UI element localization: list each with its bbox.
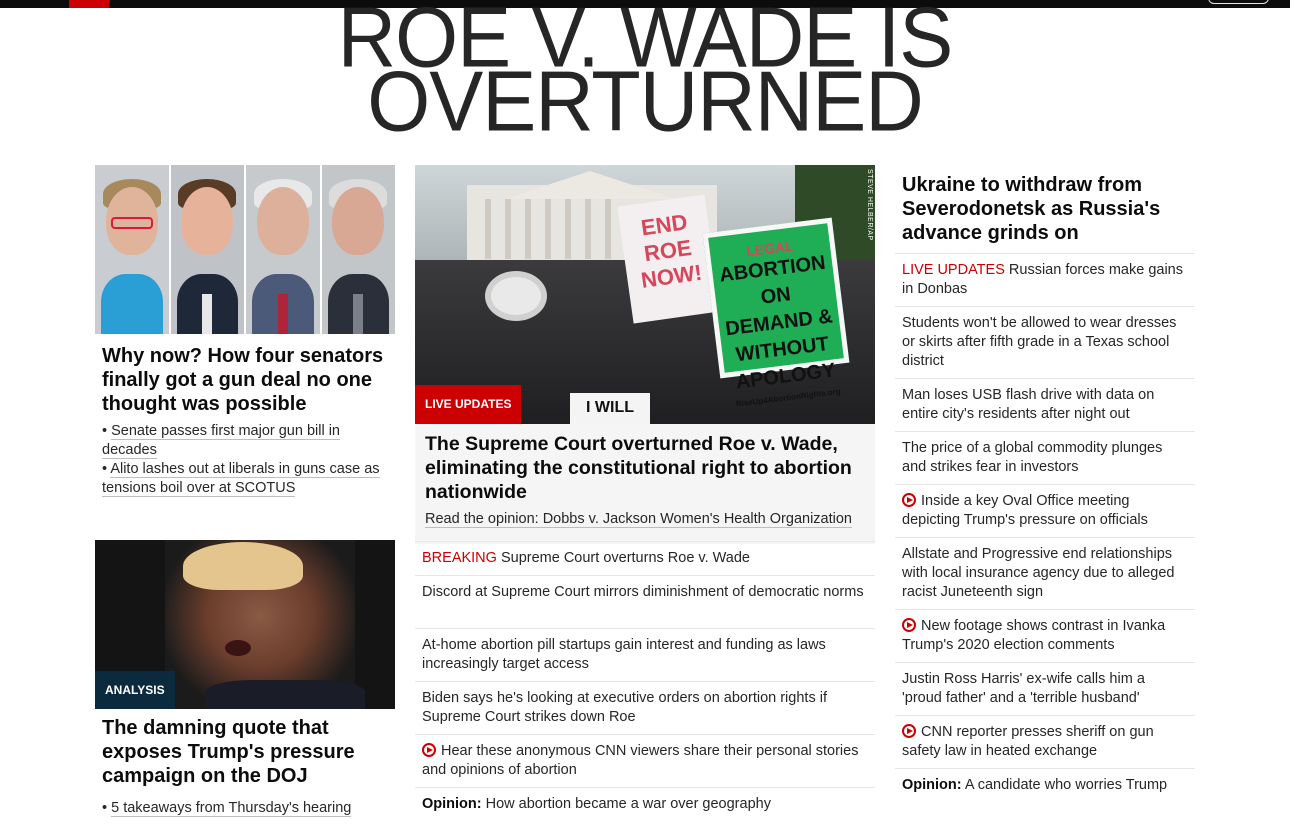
play-video-icon	[902, 618, 916, 632]
main-headline[interactable]: ROE V. WADE IS OVERTURNED	[0, 0, 1290, 145]
right-story-list: LIVE UPDATES Russian forces make gains i…	[895, 254, 1195, 803]
live-updates-tag: LIVE UPDATES	[415, 385, 522, 424]
opinion-link[interactable]: Read the opinion: Dobbs v. Jackson Women…	[425, 511, 852, 528]
senator-photo-3	[246, 165, 322, 334]
bullet-item: • Senate passes first major gun bill in …	[102, 423, 341, 459]
breaking-label: BREAKING	[422, 550, 497, 566]
list-item[interactable]: Inside a key Oval Office meeting depicti…	[895, 485, 1195, 538]
opinion-label: Opinion:	[422, 796, 482, 812]
list-item-text[interactable]: Supreme Court overturns Roe v. Wade	[501, 550, 750, 566]
story-bullets-trump: • 5 takeaways from Thursday's hearing	[95, 793, 395, 818]
headline-line-2[interactable]: OVERTURNED	[0, 59, 1290, 144]
list-item[interactable]: BREAKING Supreme Court overturns Roe v. …	[415, 542, 875, 576]
play-video-icon	[902, 493, 916, 507]
bullet-item: • Alito lashes out at liberals in guns c…	[102, 461, 380, 497]
opinion-label: Opinion:	[902, 777, 962, 793]
list-item[interactable]: Man loses USB flash drive with data on e…	[895, 379, 1195, 432]
story-title-gun-deal[interactable]: Why now? How four senators finally got a…	[95, 334, 395, 416]
bullet-link[interactable]: Senate passes first major gun bill in de…	[102, 423, 341, 459]
list-item-text[interactable]: Justin Ross Harris' ex-wife calls him a …	[902, 671, 1145, 706]
bullet-item: • 5 takeaways from Thursday's hearing	[102, 800, 352, 817]
list-item-text[interactable]: At-home abortion pill startups gain inte…	[422, 637, 826, 672]
trump-image[interactable]: ANALYSIS	[95, 540, 395, 709]
list-item[interactable]: New footage shows contrast in Ivanka Tru…	[895, 610, 1195, 663]
center-column: END ROE NOW! LEGAL ABORTION ON DEMAND & …	[415, 165, 875, 812]
analysis-tag: ANALYSIS	[95, 671, 175, 709]
list-item[interactable]: Students won't be allowed to wear dresse…	[895, 307, 1195, 379]
senator-photo-2	[170, 165, 246, 334]
list-item-text[interactable]: New footage shows contrast in Ivanka Tru…	[902, 618, 1165, 653]
live-updates-label: LIVE UPDATES	[902, 262, 1005, 278]
story-title-trump[interactable]: The damning quote that exposes Trump's p…	[95, 716, 395, 788]
list-item-text[interactable]: Discord at Supreme Court mirrors diminis…	[422, 584, 864, 600]
hero-caption: The Supreme Court overturned Roe v. Wade…	[415, 424, 875, 544]
photo-credit: STEVE HELBER/AP	[866, 169, 873, 241]
center-story-list: BREAKING Supreme Court overturns Roe v. …	[415, 541, 875, 822]
list-item-text[interactable]: CNN reporter presses sheriff on gun safe…	[902, 724, 1154, 759]
bullet-link[interactable]: 5 takeaways from Thursday's hearing	[111, 800, 352, 817]
play-video-icon	[422, 743, 436, 757]
sign-green-text: ABORTION ON DEMAND & WITHOUT APOLOGY	[718, 251, 837, 394]
list-item-text[interactable]: The price of a global commodity plunges …	[902, 440, 1162, 475]
list-item-text[interactable]: A candidate who worries Trump	[965, 777, 1167, 793]
list-item-text[interactable]: Students won't be allowed to wear dresse…	[902, 315, 1176, 369]
account-button[interactable]	[1208, 0, 1269, 4]
list-item[interactable]: Allstate and Progressive end relationshi…	[895, 538, 1195, 610]
list-item[interactable]: At-home abortion pill startups gain inte…	[415, 629, 875, 682]
list-item[interactable]: LIVE UPDATES Russian forces make gains i…	[895, 254, 1195, 307]
protest-sign-green: LEGAL ABORTION ON DEMAND & WITHOUT APOLO…	[702, 217, 850, 409]
story-bullets-gun: • Senate passes first major gun bill in …	[95, 416, 395, 498]
hero-image[interactable]: END ROE NOW! LEGAL ABORTION ON DEMAND & …	[415, 165, 875, 424]
list-item-text[interactable]: Allstate and Progressive end relationshi…	[902, 546, 1174, 600]
story-title-roe[interactable]: The Supreme Court overturned Roe v. Wade…	[425, 432, 865, 504]
senators-image[interactable]	[95, 165, 395, 334]
list-item[interactable]: The price of a global commodity plunges …	[895, 432, 1195, 485]
right-column: Ukraine to withdraw from Severodonetsk a…	[895, 165, 1195, 803]
list-item[interactable]: Hear these anonymous CNN viewers share t…	[415, 735, 875, 788]
list-item-text[interactable]: Inside a key Oval Office meeting depicti…	[902, 493, 1148, 528]
bullet-link[interactable]: Alito lashes out at liberals in guns cas…	[102, 461, 380, 497]
senator-photo-4	[321, 165, 395, 334]
list-item-text[interactable]: How abortion became a war over geography	[486, 796, 771, 812]
protest-sign-bottom: I WILL	[570, 393, 650, 424]
left-column: Why now? How four senators finally got a…	[95, 165, 395, 817]
list-item[interactable]: Opinion: How abortion became a war over …	[415, 788, 875, 822]
list-item[interactable]: Opinion: A candidate who worries Trump	[895, 769, 1195, 803]
hero-sub-link: Read the opinion: Dobbs v. Jackson Women…	[425, 510, 865, 528]
megaphone	[485, 271, 547, 321]
list-item[interactable]: Justin Ross Harris' ex-wife calls him a …	[895, 663, 1195, 716]
list-item-text[interactable]: Man loses USB flash drive with data on e…	[902, 387, 1154, 422]
play-video-icon	[902, 724, 916, 738]
list-item-text[interactable]: Hear these anonymous CNN viewers share t…	[422, 743, 858, 778]
senator-photo-1	[95, 165, 171, 334]
story-title-ukraine[interactable]: Ukraine to withdraw from Severodonetsk a…	[895, 165, 1195, 254]
list-item-text[interactable]: Biden says he's looking at executive ord…	[422, 690, 827, 725]
list-item[interactable]: Biden says he's looking at executive ord…	[415, 682, 875, 735]
list-item[interactable]: CNN reporter presses sheriff on gun safe…	[895, 716, 1195, 769]
list-item[interactable]: Discord at Supreme Court mirrors diminis…	[415, 576, 875, 629]
